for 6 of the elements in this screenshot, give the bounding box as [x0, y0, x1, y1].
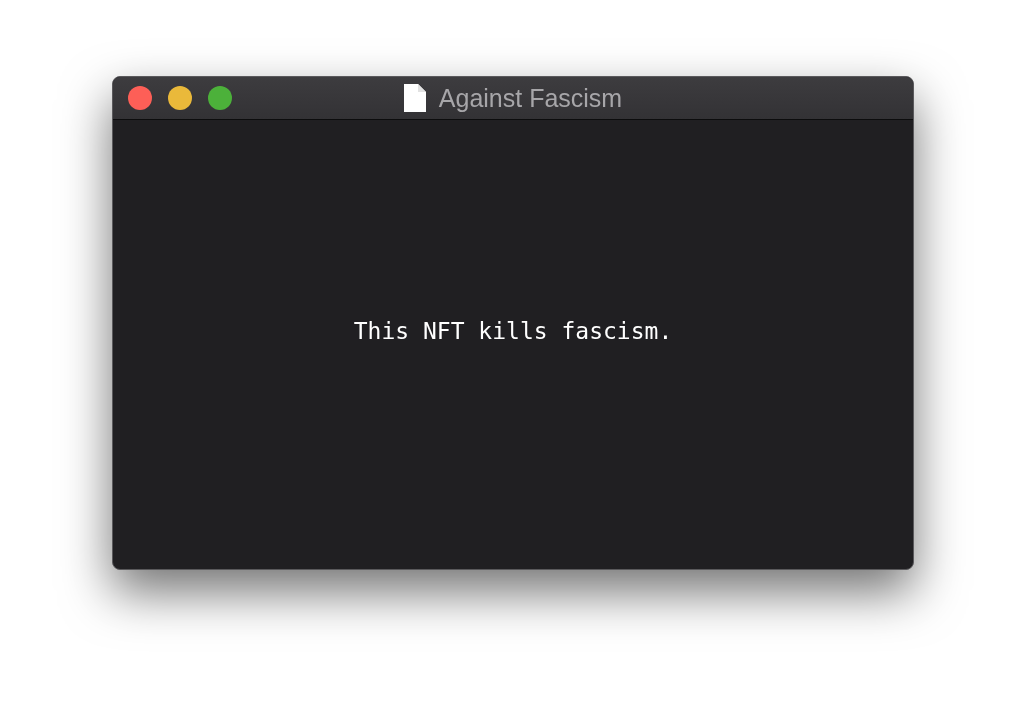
zoom-icon[interactable]	[208, 86, 232, 110]
close-icon[interactable]	[128, 86, 152, 110]
message-text: This NFT kills fascism.	[353, 317, 673, 345]
window-title: Against Fascism	[438, 83, 623, 113]
document-icon	[403, 84, 426, 112]
minimize-icon[interactable]	[168, 86, 192, 110]
